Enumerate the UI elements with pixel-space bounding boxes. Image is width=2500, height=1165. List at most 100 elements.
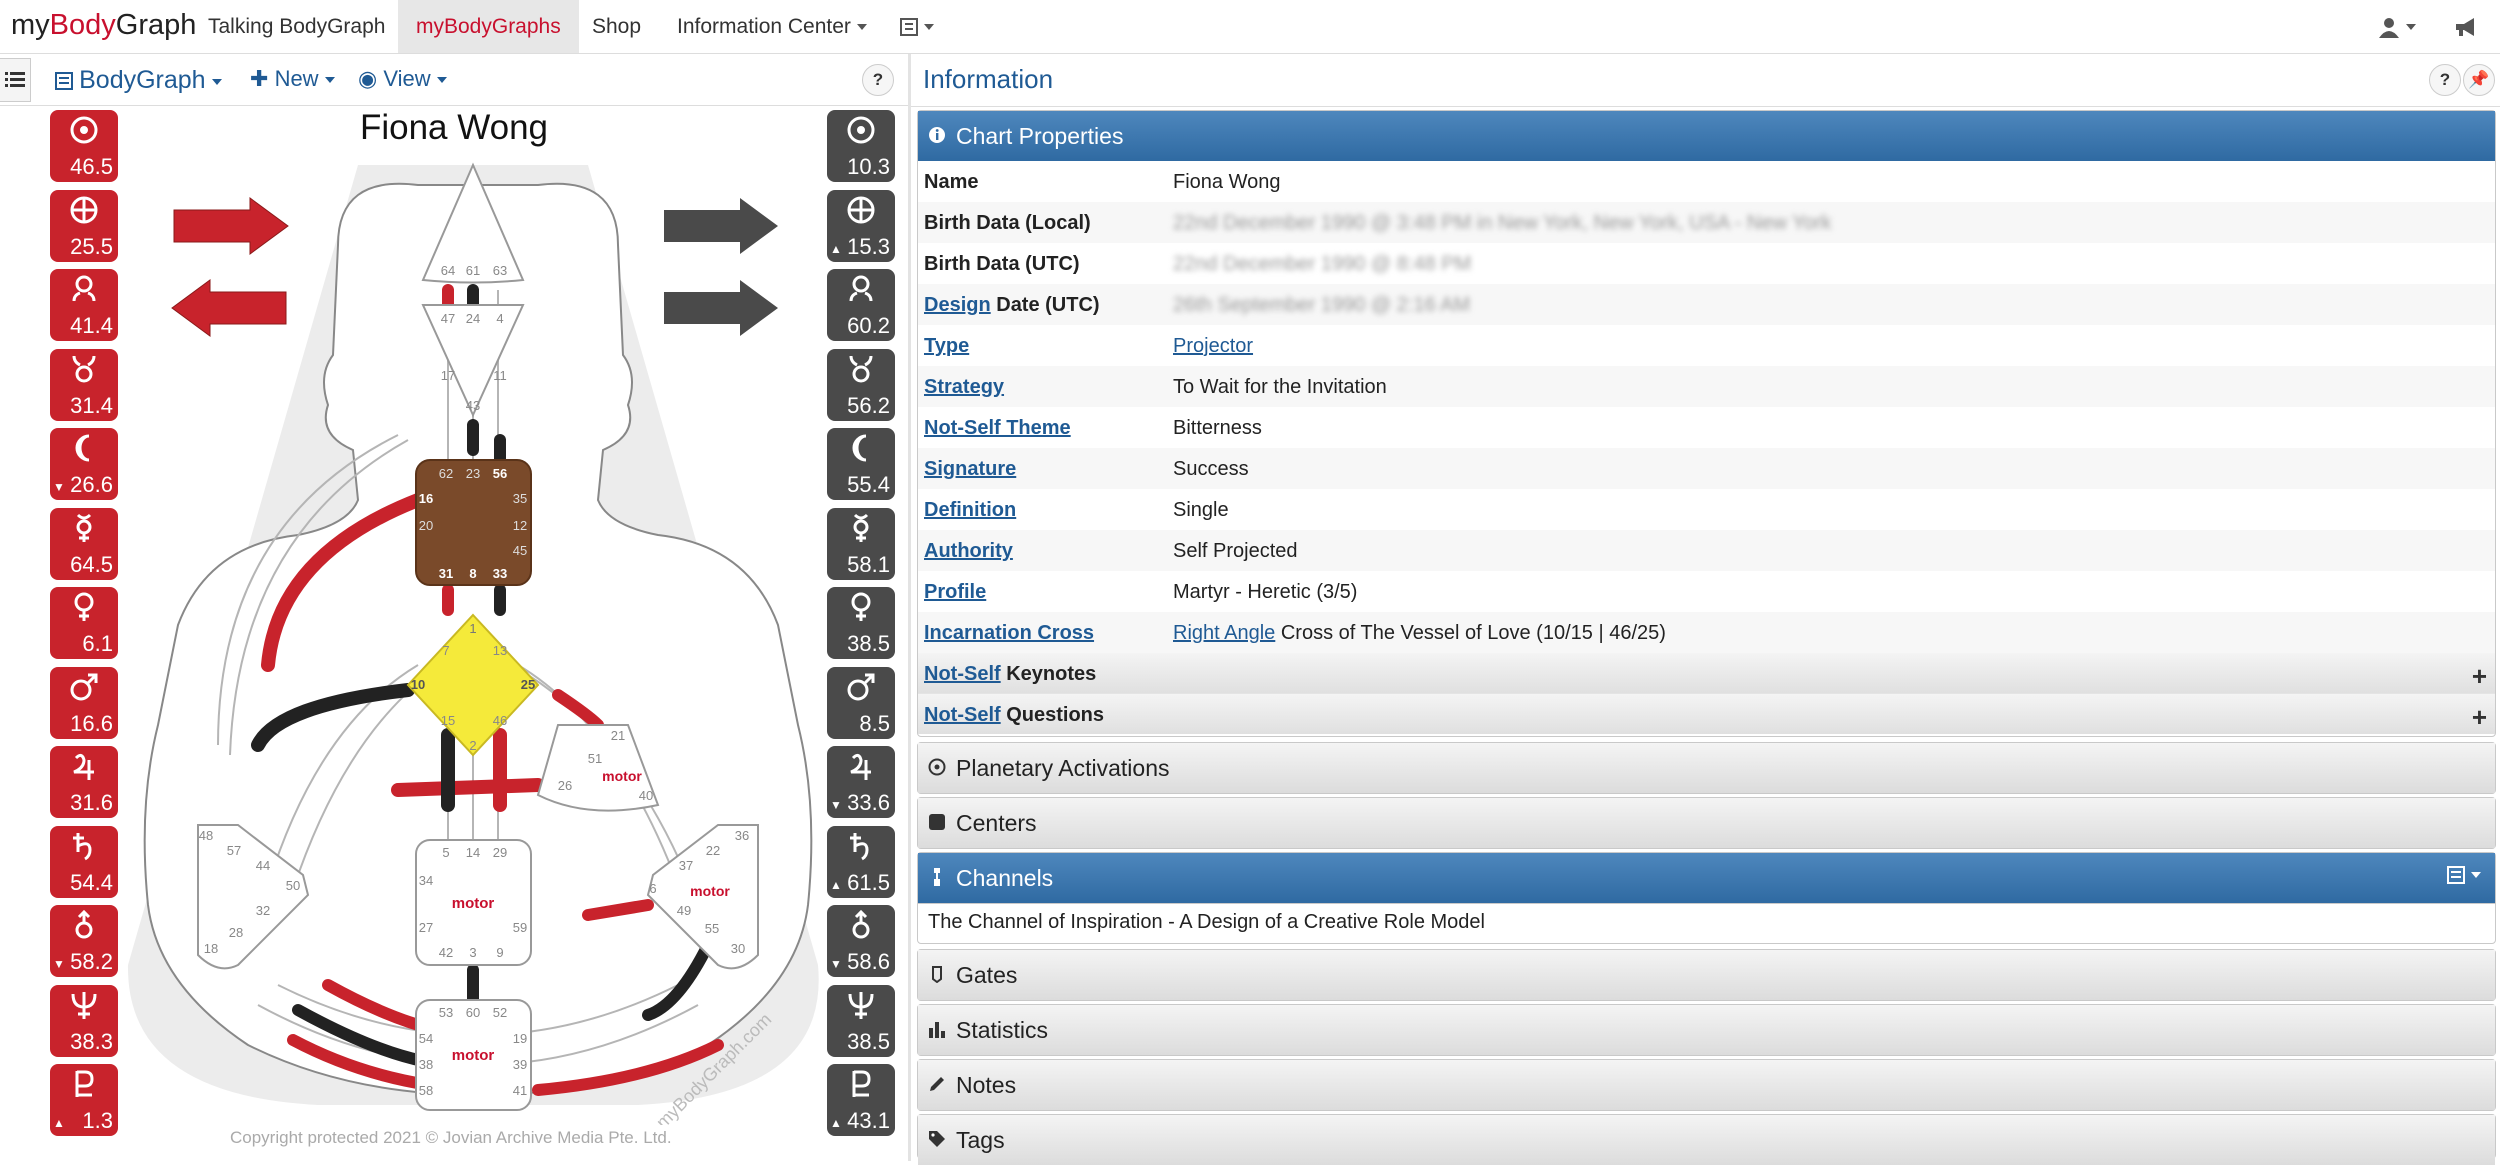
retrograde-marker: ▼	[53, 480, 65, 494]
expand-icon[interactable]: +	[2472, 702, 2487, 733]
gate-label: 23	[466, 466, 480, 481]
north-node-icon	[849, 275, 873, 302]
brand-logo[interactable]: myBodyGraph	[11, 9, 196, 42]
nav-mybodygraphs[interactable]: myBodyGraphs	[398, 0, 579, 53]
design-activation-mercury[interactable]: 58.1	[827, 507, 895, 580]
property-link[interactable]: Definition	[924, 499, 1016, 521]
sidebar-toggle[interactable]	[0, 58, 31, 102]
personality-activation-north-node[interactable]: 41.4	[50, 269, 118, 341]
planetary-activations-panel[interactable]: Planetary Activations	[917, 742, 2496, 794]
activation-value: 15.3	[847, 233, 890, 259]
panel-divider[interactable]	[908, 54, 911, 1161]
personality-activation-jupiter[interactable]: 31.6	[50, 746, 118, 818]
gate-label: 56	[493, 466, 507, 481]
centers-panel[interactable]: Centers	[917, 797, 2496, 849]
gate-label: 12	[513, 518, 527, 533]
user-menu[interactable]	[2378, 0, 2416, 53]
property-row: Name Fiona Wong	[918, 161, 2495, 203]
gate-label: 51	[588, 751, 602, 766]
expand-icon[interactable]: +	[2472, 661, 2487, 692]
design-activation-mars[interactable]: 8.5	[827, 666, 895, 739]
property-link[interactable]: Incarnation Cross	[924, 622, 1094, 644]
value-link[interactable]: Right Angle	[1173, 622, 1275, 644]
activation-value: 41.4	[70, 313, 113, 338]
nav-information-center[interactable]: Information Center	[677, 0, 867, 53]
personality-activation-moon[interactable]: ▼ 26.6	[50, 428, 118, 500]
gate-label: 54	[419, 1031, 433, 1046]
gate-label: 42	[439, 945, 453, 960]
saturn-icon	[73, 832, 92, 860]
property-link[interactable]: Strategy	[924, 376, 1004, 398]
property-link[interactable]: Not-Self Theme	[924, 417, 1071, 439]
gate-label: 31	[439, 566, 453, 581]
gate-label: 45	[513, 543, 527, 558]
tags-panel[interactable]: Tags	[917, 1114, 2496, 1165]
gate-label: 28	[229, 925, 243, 940]
design-activation-neptune[interactable]: 38.5	[827, 984, 895, 1057]
gate-label: 14	[466, 845, 480, 860]
help-button[interactable]: ?	[862, 64, 894, 96]
personality-activation-neptune[interactable]: 38.3	[50, 984, 118, 1057]
activation-value: 31.4	[70, 392, 113, 418]
nav-more-menu[interactable]	[900, 0, 934, 53]
statistics-panel[interactable]: Statistics	[917, 1004, 2496, 1056]
personality-activation-mars[interactable]: 16.6	[50, 666, 118, 739]
info-help-button[interactable]: ?	[2429, 64, 2461, 96]
not-self-questions-row[interactable]: Not-Self Questions +	[918, 694, 2495, 734]
channel-item[interactable]: The Channel of Inspiration - A Design of…	[928, 911, 1485, 934]
property-link[interactable]: Signature	[924, 458, 1016, 480]
nav-shop[interactable]: Shop	[592, 0, 641, 53]
personality-activation-mercury[interactable]: 64.5	[50, 507, 118, 580]
property-link[interactable]: Profile	[924, 581, 986, 603]
gate-label: 63	[493, 263, 507, 278]
activation-value: 6.1	[82, 631, 113, 656]
view-menu[interactable]: ◉ View	[358, 66, 447, 92]
personality-activation-venus[interactable]: 6.1	[50, 587, 118, 659]
property-link[interactable]: Design	[924, 294, 991, 316]
retrograde-marker: ▲	[830, 877, 842, 892]
personality-activation-pluto[interactable]: ▲ 1.3	[50, 1064, 118, 1136]
bodygraph-menu[interactable]: BodyGraph	[55, 66, 222, 95]
eye-icon: ◉	[358, 66, 378, 91]
motor-label: motor	[690, 883, 730, 899]
gate-label: 26	[558, 778, 572, 793]
design-activation-venus[interactable]: 38.5	[827, 587, 895, 659]
value-link[interactable]: Projector	[1173, 335, 1253, 357]
personality-activation-uranus[interactable]: ▼ 58.2	[50, 905, 118, 977]
channels-menu-button[interactable]	[2447, 866, 2481, 884]
not-self-keynotes-row[interactable]: Not-Self Keynotes +	[918, 653, 2495, 694]
nav-talking-bodygraph[interactable]: Talking BodyGraph	[208, 0, 385, 53]
personality-activation-earth[interactable]: 25.5	[50, 189, 118, 262]
personality-activation-saturn[interactable]: 54.4	[50, 825, 118, 898]
motor-label: motor	[452, 895, 495, 912]
gate-label: 38	[419, 1057, 433, 1072]
activation-value: 31.6	[70, 790, 113, 815]
gate-label: 64	[441, 263, 455, 278]
gate-label: 22	[706, 843, 720, 858]
megaphone-icon	[2456, 18, 2474, 37]
square-icon	[929, 814, 945, 830]
design-activation-moon[interactable]: 55.4	[827, 428, 895, 500]
information-header: Information ? 📌	[911, 54, 2500, 107]
property-link[interactable]: Type	[924, 335, 969, 357]
activation-value: 55.4	[847, 472, 890, 497]
gate-label: 36	[735, 828, 749, 843]
notes-panel[interactable]: Notes	[917, 1059, 2496, 1111]
design-activation-uranus[interactable]: ▼ 58.6	[827, 905, 895, 977]
property-link[interactable]: Authority	[924, 540, 1013, 562]
design-activation-earth[interactable]: ▲ 15.3	[827, 189, 895, 262]
personality-activation-south-node[interactable]: 31.4	[50, 348, 118, 421]
gates-panel[interactable]: Gates	[917, 949, 2496, 1001]
bodygraph-chart[interactable]: 64 61 63 47 24 4 17 43 11 62 23 56 16 35…	[118, 105, 830, 1125]
announcements-button[interactable]	[2454, 0, 2478, 53]
south-node-icon	[849, 355, 873, 382]
design-activation-jupiter[interactable]: ▼ 33.6	[827, 746, 895, 818]
design-activation-pluto[interactable]: ▲ 43.1	[827, 1064, 895, 1136]
design-activation-north-node[interactable]: 60.2	[827, 269, 895, 341]
chart-properties-header[interactable]: Chart Properties	[918, 111, 2495, 162]
design-activation-saturn[interactable]: ▲ 61.5	[827, 825, 895, 898]
pin-button[interactable]: 📌	[2463, 64, 2495, 96]
design-activation-south-node[interactable]: 56.2	[827, 348, 895, 421]
channels-header[interactable]: Channels	[918, 853, 2495, 904]
new-menu[interactable]: ✚ New	[250, 66, 335, 92]
